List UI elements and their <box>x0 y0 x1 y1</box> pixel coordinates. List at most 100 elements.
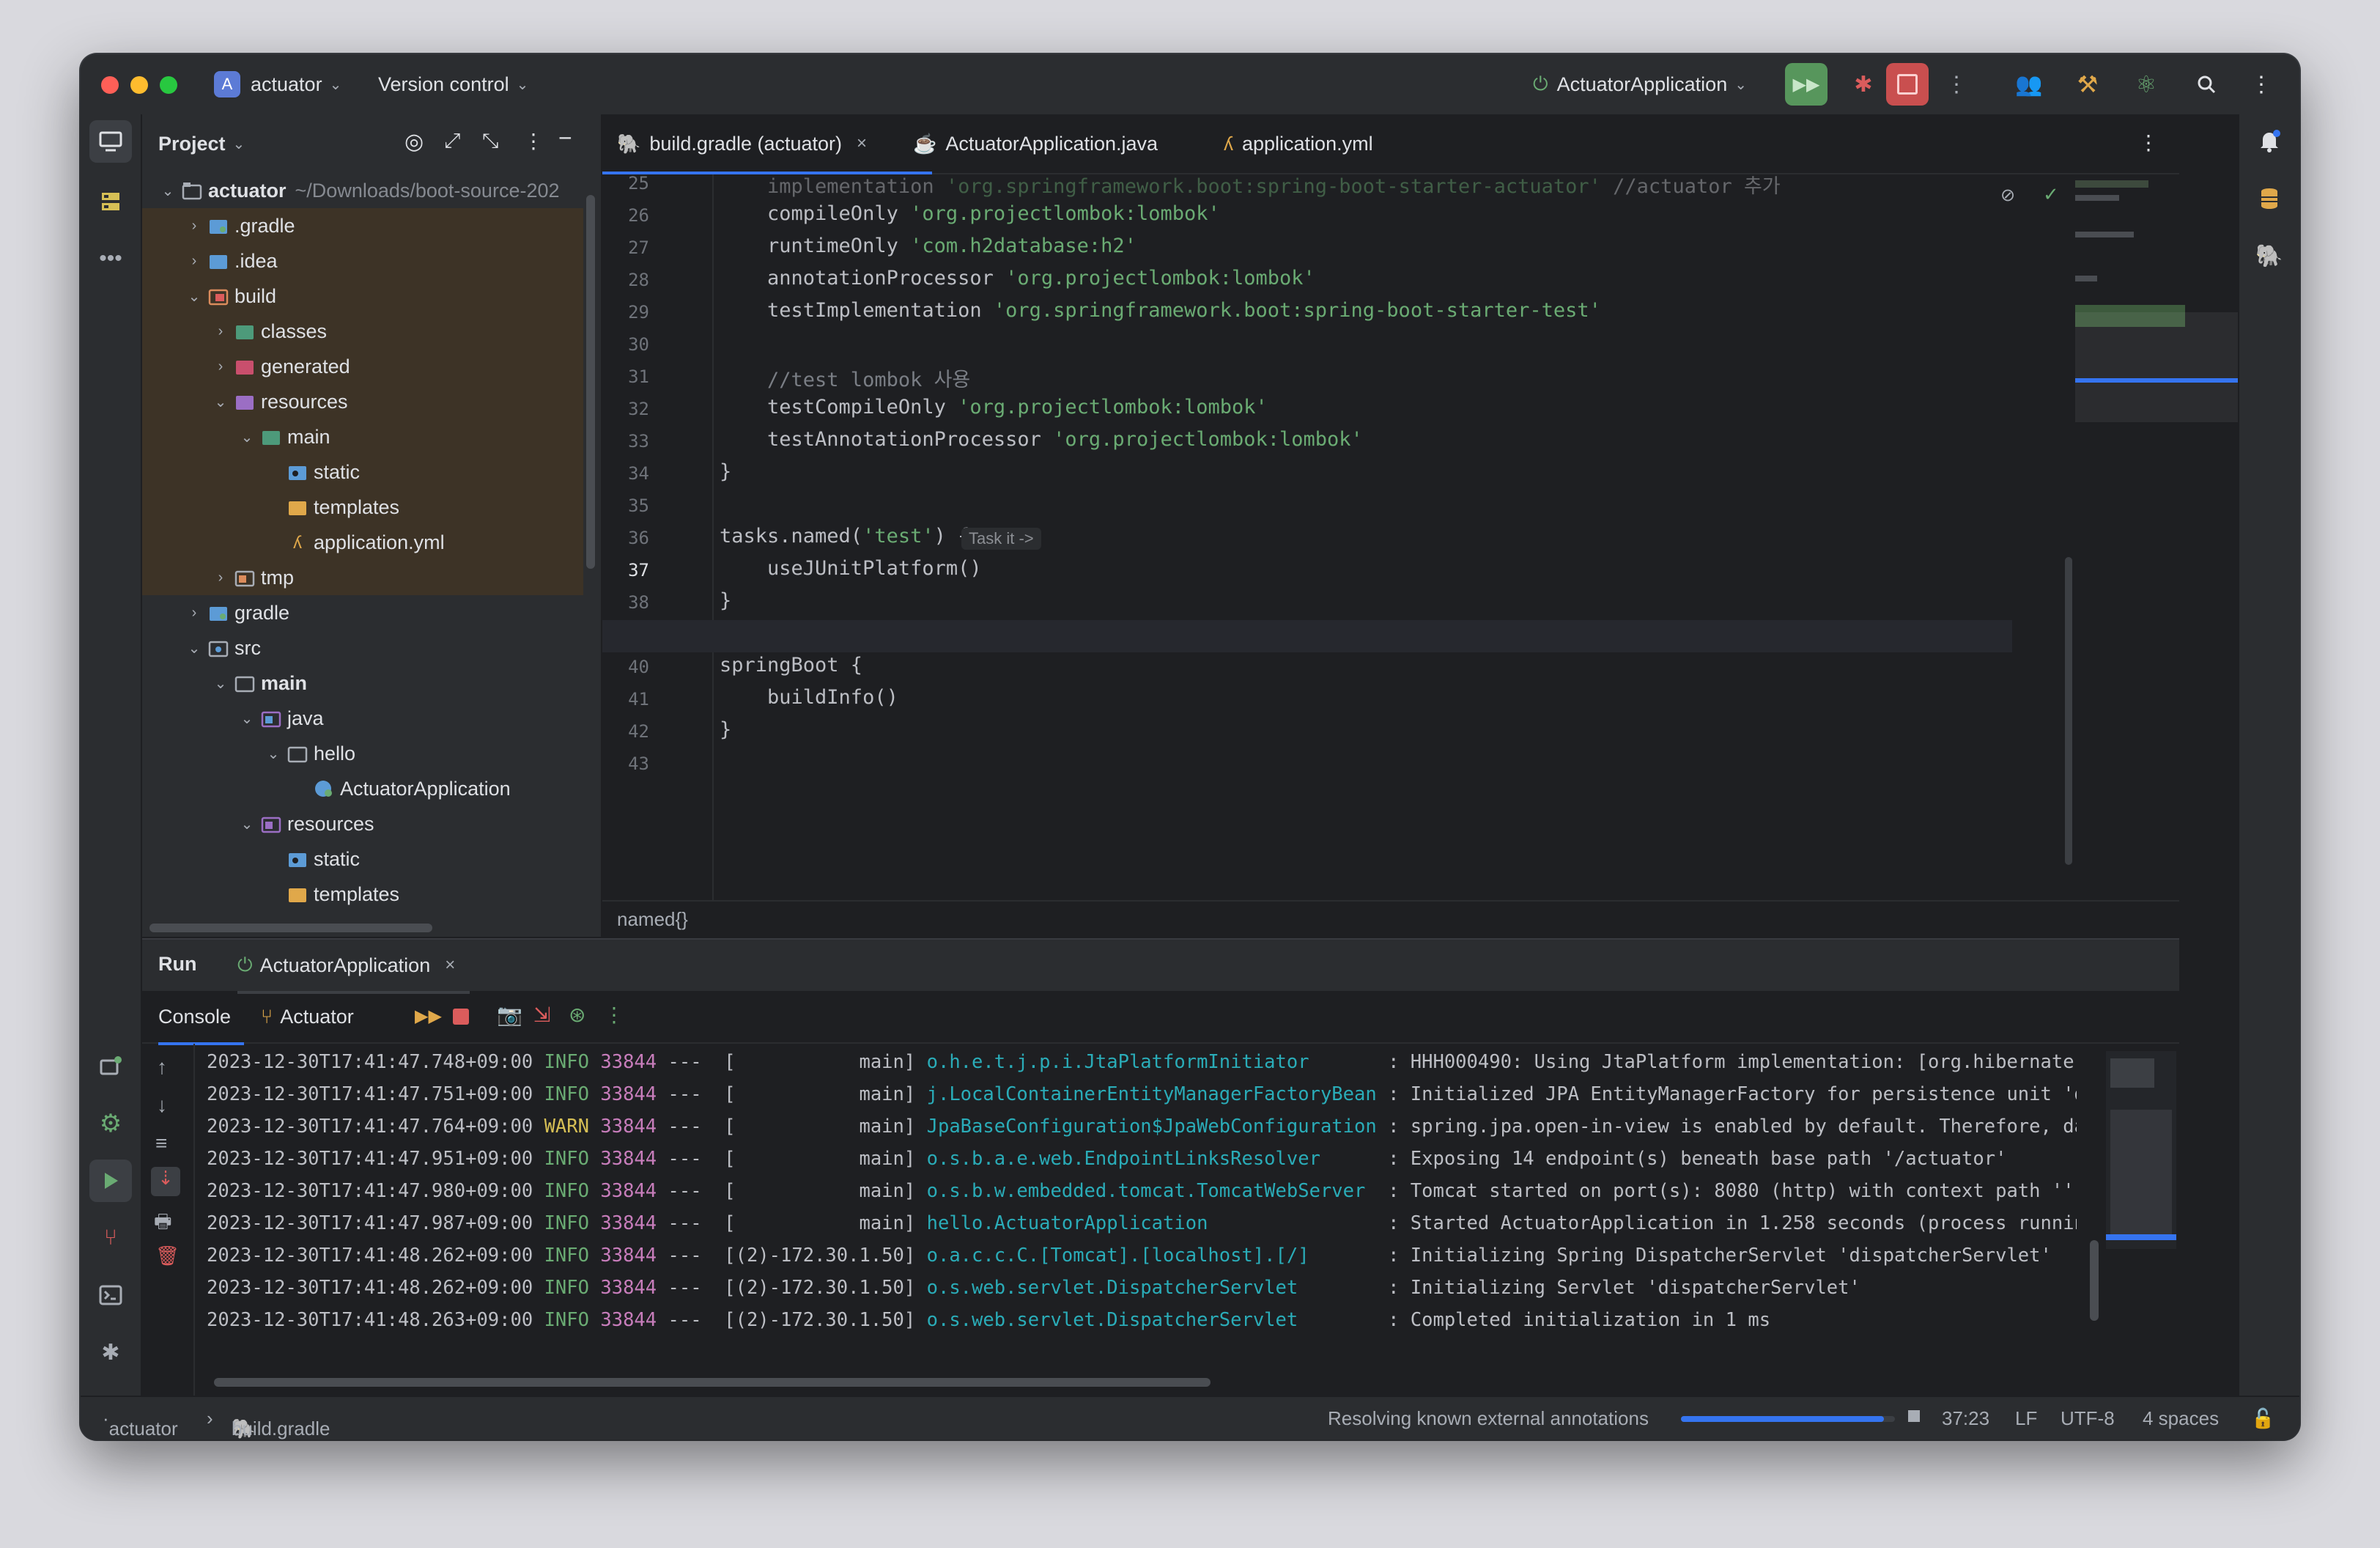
trash-icon[interactable]: 🗑 <box>155 1245 180 1267</box>
code-line[interactable]: //test lombok 사용 <box>720 364 970 392</box>
close-icon[interactable]: × <box>445 955 455 976</box>
stop-button[interactable] <box>1886 63 1929 106</box>
locate-icon[interactable]: ◎ <box>404 129 424 155</box>
more-vertical-icon[interactable]: ⋮ <box>523 129 544 153</box>
tree-node-classes[interactable]: › classes <box>142 314 583 349</box>
scroll-to-end-icon[interactable]: ⇣ <box>151 1167 180 1196</box>
rerun-icon[interactable]: ▶▶ <box>415 1006 442 1027</box>
code-line[interactable]: springBoot { <box>720 654 862 677</box>
tree-node-src-templates[interactable]: templates <box>142 877 583 912</box>
tree-node-application-yml[interactable]: ʎ application.yml <box>142 525 583 560</box>
code-line[interactable]: } <box>720 718 731 741</box>
minimap[interactable] <box>2075 180 2238 444</box>
tab-application-yml[interactable]: ʎ application.yml <box>1224 114 1373 173</box>
code-line[interactable]: tasks.named('test') { <box>720 525 969 548</box>
search-everywhere-button[interactable] <box>2185 63 2228 106</box>
exit-icon[interactable]: ⇲ <box>533 1003 550 1027</box>
tree-node-actuator-application[interactable]: ActuatorApplication <box>142 771 583 806</box>
editor-vertical-scrollbar[interactable] <box>2065 557 2072 865</box>
project-panel-title[interactable]: Project <box>158 133 226 155</box>
chevron-down-icon[interactable]: ⌄ <box>158 182 177 200</box>
hide-panel-icon[interactable]: − <box>558 125 572 152</box>
stop-icon[interactable] <box>453 1009 469 1025</box>
arrow-down-icon[interactable]: ↓ <box>157 1094 167 1117</box>
chevron-down-icon[interactable]: ⌄ <box>237 710 256 728</box>
more-vertical-icon[interactable]: ⋮ <box>2138 130 2159 155</box>
tab-actuator[interactable]: ⑂ Actuator <box>261 991 354 1042</box>
line-separator[interactable]: LF <box>2015 1407 2037 1430</box>
code-content[interactable]: implementation 'org.springframework.boot… <box>720 174 2003 902</box>
project-tool-button[interactable] <box>89 120 132 163</box>
inspection-hidden-icon[interactable]: ⊘ <box>2000 185 2015 206</box>
tree-node-idea[interactable]: › .idea <box>142 243 583 279</box>
code-line[interactable]: testAnnotationProcessor 'org.projectlomb… <box>720 428 1363 451</box>
code-line[interactable]: } <box>720 460 731 483</box>
code-line[interactable]: compileOnly 'org.projectlombok:lombok' <box>720 202 1220 225</box>
tree-node-gradle[interactable]: › gradle <box>142 595 583 630</box>
code-line[interactable]: implementation 'org.springframework.boot… <box>720 170 1781 199</box>
tree-node-static[interactable]: static <box>142 454 583 490</box>
soft-wrap-icon[interactable]: ≡ <box>155 1132 167 1155</box>
collapse-all-icon[interactable]: ⤡ <box>482 129 498 153</box>
services-tool-button[interactable] <box>89 1045 132 1088</box>
more-actions-button[interactable]: ⋮ <box>1942 63 1971 106</box>
code-with-me-button[interactable]: 👥 <box>2008 63 2050 106</box>
minimize-window-button[interactable] <box>130 76 148 94</box>
tree-horizontal-scrollbar[interactable] <box>149 924 432 932</box>
tree-node-hello[interactable]: ⌄ hello <box>142 736 583 771</box>
caret-position[interactable]: 37:23 <box>1942 1407 1989 1430</box>
print-icon[interactable]: 🖶 <box>154 1208 172 1240</box>
tree-node-generated[interactable]: › generated <box>142 349 583 384</box>
tree-vertical-scrollbar[interactable] <box>586 195 595 569</box>
debug-button[interactable]: ✱ <box>1842 63 1885 106</box>
project-switcher[interactable]: A actuator ⌄ <box>214 67 341 101</box>
chevron-down-icon[interactable]: ⌄ <box>211 393 230 411</box>
tree-node-build[interactable]: ⌄ build <box>142 279 583 314</box>
code-line[interactable]: } <box>720 589 731 612</box>
tree-node-templates[interactable]: templates <box>142 490 583 525</box>
git-graph-button[interactable]: ⑂ <box>89 1217 132 1259</box>
tree-node-java[interactable]: ⌄ java <box>142 701 583 736</box>
close-icon[interactable]: × <box>857 133 867 154</box>
chevron-down-icon[interactable]: ⌄ <box>233 135 245 153</box>
tree-node-src-resources[interactable]: ⌄ resources <box>142 806 583 841</box>
code-line[interactable]: testImplementation 'org.springframework.… <box>720 299 1601 322</box>
code-line[interactable]: annotationProcessor 'org.projectlombok:l… <box>720 267 1315 290</box>
database-button[interactable] <box>2248 177 2291 220</box>
problems-tool-button[interactable]: ✱ <box>89 1331 132 1374</box>
indent-setting[interactable]: 4 spaces <box>2143 1407 2219 1430</box>
chevron-down-icon[interactable]: ⌄ <box>264 745 283 763</box>
chevron-down-icon[interactable]: ⌄ <box>237 815 256 833</box>
settings-menu-button[interactable]: ⋮ <box>2247 63 2276 106</box>
chevron-right-icon[interactable]: › <box>211 358 230 375</box>
background-task-label[interactable]: Resolving known external annotations <box>1328 1407 1649 1430</box>
tree-node-main[interactable]: ⌄ main <box>142 419 583 454</box>
chevron-right-icon[interactable]: › <box>211 323 230 340</box>
cancel-task-icon[interactable] <box>1908 1410 1920 1422</box>
structure-tool-button[interactable] <box>89 180 132 223</box>
expand-all-icon[interactable]: ⤢ <box>444 129 460 153</box>
terminal-tool-button[interactable] <box>89 1274 132 1316</box>
more-vertical-icon[interactable]: ⋮ <box>604 1003 624 1027</box>
run-config-selector[interactable]: ⏻ ActuatorApplication ⌄ <box>1533 67 1747 101</box>
vcs-menu[interactable]: Version control ⌄ <box>378 67 528 101</box>
chevron-right-icon[interactable]: › <box>211 570 230 586</box>
code-line[interactable]: testCompileOnly 'org.projectlombok:lombo… <box>720 396 1268 419</box>
arrow-up-icon[interactable]: ↑ <box>157 1055 167 1079</box>
tree-node-tmp[interactable]: › tmp <box>142 560 583 595</box>
chevron-right-icon[interactable]: › <box>185 218 204 235</box>
console-output[interactable]: 2023-12-30T17:41:47.748+09:00 INFO 33844… <box>207 1051 2077 1368</box>
tree-node-src[interactable]: ⌄ src <box>142 630 583 666</box>
no-problems-check-icon[interactable]: ✓ <box>2043 183 2059 206</box>
notifications-button[interactable] <box>2248 120 2291 163</box>
camera-icon[interactable]: 📷 <box>497 1003 522 1027</box>
coverage-icon[interactable]: ⊛ <box>569 1003 585 1027</box>
gradle-tool-button[interactable]: 🐘 <box>2248 235 2291 277</box>
gradle-settings-button[interactable]: ⚙ <box>89 1102 132 1145</box>
console-vertical-scrollbar[interactable] <box>2090 1240 2099 1321</box>
tree-node-src-static[interactable]: static <box>142 841 583 877</box>
tree-node-src-main[interactable]: ⌄ main <box>142 666 583 701</box>
lock-icon[interactable]: 🔓 <box>2251 1407 2274 1430</box>
ai-assistant-button[interactable]: ⚛ <box>2125 63 2168 106</box>
code-line[interactable]: runtimeOnly 'com.h2database:h2' <box>720 235 1137 257</box>
